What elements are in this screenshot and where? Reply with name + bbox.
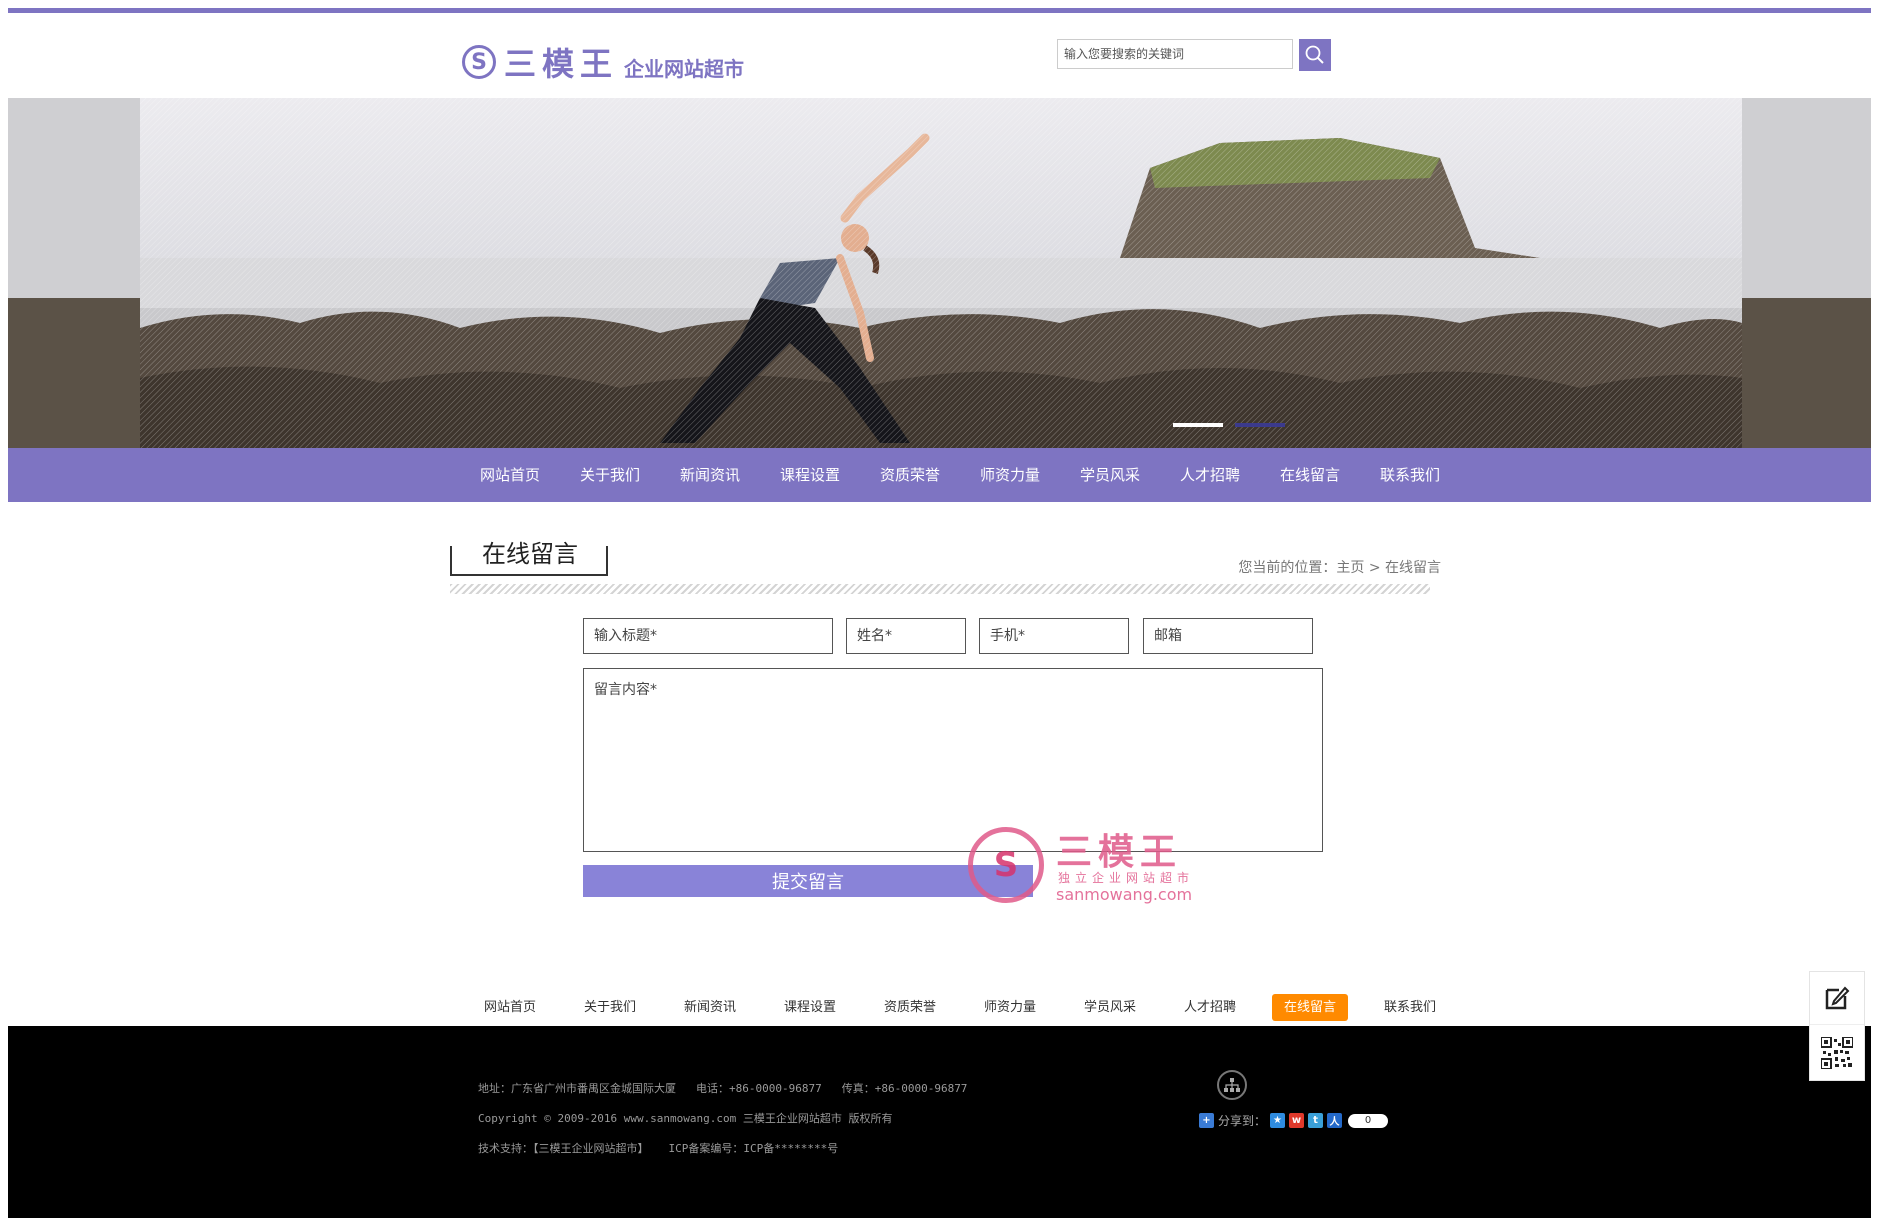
nav-item-honors[interactable]: 资质荣誉 bbox=[860, 448, 960, 502]
footer-nav-label: 关于我们 bbox=[583, 1000, 636, 1015]
footer-nav-teachers[interactable]: 师资力量 bbox=[960, 990, 1060, 1026]
share-weibo-icon[interactable]: w bbox=[1289, 1113, 1305, 1128]
footer-nav-label: 学员风采 bbox=[1083, 1000, 1136, 1015]
breadcrumb-separator: > bbox=[1368, 560, 1381, 576]
share-qzone-icon[interactable]: ★ bbox=[1270, 1113, 1286, 1128]
footer-nav-message[interactable]: 在线留言 bbox=[1260, 990, 1360, 1026]
banner-image bbox=[140, 98, 1742, 448]
nav-item-message[interactable]: 在线留言 bbox=[1260, 448, 1360, 502]
nav-item-courses[interactable]: 课程设置 bbox=[760, 448, 860, 502]
slider-dot-2[interactable] bbox=[1235, 423, 1285, 427]
section-title-box: 在线留言 bbox=[450, 534, 608, 576]
nav-item-about[interactable]: 关于我们 bbox=[560, 448, 660, 502]
breadcrumb-current[interactable]: 在线留言 bbox=[1385, 560, 1441, 576]
top-accent-line bbox=[8, 8, 1871, 13]
sitemap-icon bbox=[1224, 1078, 1240, 1092]
breadcrumb-prefix: 您当前的位置： bbox=[1238, 560, 1337, 576]
footer-nav-students[interactable]: 学员风采 bbox=[1060, 990, 1160, 1026]
search-icon bbox=[1305, 45, 1324, 64]
side-qr-button[interactable] bbox=[1810, 1026, 1864, 1080]
edit-icon bbox=[1825, 986, 1850, 1010]
watermark-url: sanmowang.com bbox=[1056, 885, 1193, 904]
footer-address: 地址：广东省广州市番禺区金城国际大厦 bbox=[478, 1082, 676, 1095]
slider-dots bbox=[1173, 423, 1285, 427]
watermark-tagline: 独立企业网站超市 bbox=[1058, 871, 1195, 885]
sitemap-button[interactable] bbox=[1217, 1070, 1247, 1100]
footer-nav-label: 在线留言 bbox=[1271, 994, 1348, 1021]
breadcrumb-home[interactable]: 主页 bbox=[1336, 560, 1364, 576]
slider-dot-1[interactable] bbox=[1173, 423, 1223, 427]
search-bar bbox=[1057, 39, 1331, 71]
footer-icp[interactable]: ICP备案编号：ICP备********号 bbox=[669, 1142, 839, 1155]
footer-nav-label: 网站首页 bbox=[483, 1000, 536, 1015]
site-logo[interactable]: S 三模王 企业网站超市 bbox=[462, 38, 744, 86]
page-title: 在线留言 bbox=[476, 534, 584, 569]
search-input[interactable] bbox=[1057, 39, 1293, 69]
logo-subtitle: 企业网站超市 bbox=[624, 56, 745, 81]
footer-nav: 网站首页 关于我们 新闻资讯 课程设置 资质荣誉 师资力量 学员风采 人才招聘 … bbox=[8, 990, 1871, 1026]
logo-brand: 三模王 bbox=[504, 45, 619, 83]
logo-mark-icon: S bbox=[462, 45, 496, 79]
footer-nav-label: 新闻资讯 bbox=[683, 1000, 736, 1015]
share-count: 0 bbox=[1348, 1113, 1389, 1128]
nav-item-home[interactable]: 网站首页 bbox=[460, 448, 560, 502]
share-bar: + 分享到： ★ w t 人 0 bbox=[1199, 1112, 1389, 1129]
footer-nav-contact[interactable]: 联系我们 bbox=[1360, 990, 1460, 1026]
nav-item-news[interactable]: 新闻资讯 bbox=[660, 448, 760, 502]
footer-nav-label: 师资力量 bbox=[983, 1000, 1036, 1015]
hero-banner bbox=[8, 98, 1871, 448]
submit-message-button[interactable]: 提交留言 bbox=[583, 865, 1033, 897]
footer-nav-label: 资质荣誉 bbox=[883, 1000, 936, 1015]
site-footer: 地址：广东省广州市番禺区金城国际大厦 电话：+86-0000-96877 传真：+8… bbox=[8, 1026, 1871, 1218]
nav-item-jobs[interactable]: 人才招聘 bbox=[1160, 448, 1260, 502]
main-nav: 网站首页 关于我们 新闻资讯 课程设置 资质荣誉 师资力量 学员风采 人才招聘 … bbox=[8, 448, 1871, 502]
footer-info: 地址：广东省广州市番禺区金城国际大厦 电话：+86-0000-96877 传真：+8… bbox=[478, 1074, 967, 1164]
nav-item-contact[interactable]: 联系我们 bbox=[1360, 448, 1460, 502]
footer-nav-home[interactable]: 网站首页 bbox=[460, 990, 560, 1026]
footer-nav-honors[interactable]: 资质荣誉 bbox=[860, 990, 960, 1026]
search-button[interactable] bbox=[1299, 39, 1331, 71]
watermark-emblem-icon: S bbox=[968, 827, 1044, 903]
watermark-logo: S 三模王 独立企业网站超市 sanmowang.com bbox=[968, 823, 1218, 913]
qr-code-icon bbox=[1821, 1037, 1853, 1069]
watermark-brand: 三模王 bbox=[1056, 831, 1183, 873]
side-message-button[interactable] bbox=[1810, 972, 1864, 1025]
footer-nav-label: 人才招聘 bbox=[1183, 1000, 1236, 1015]
nav-item-students[interactable]: 学员风采 bbox=[1060, 448, 1160, 502]
footer-nav-label: 课程设置 bbox=[783, 1000, 836, 1015]
nav-item-teachers[interactable]: 师资力量 bbox=[960, 448, 1060, 502]
share-plus-icon[interactable]: + bbox=[1199, 1113, 1214, 1128]
name-input[interactable] bbox=[846, 618, 966, 654]
share-tencent-icon[interactable]: t bbox=[1308, 1113, 1324, 1128]
footer-fax: 传真：+86-0000-96877 bbox=[841, 1082, 968, 1095]
footer-nav-news[interactable]: 新闻资讯 bbox=[660, 990, 760, 1026]
footer-nav-about[interactable]: 关于我们 bbox=[560, 990, 660, 1026]
footer-copyright: Copyright © 2009-2016 www.sanmowang.com … bbox=[478, 1112, 893, 1125]
footer-nav-courses[interactable]: 课程设置 bbox=[760, 990, 860, 1026]
footer-support[interactable]: 技术支持：【三模王企业网站超市】 bbox=[478, 1142, 649, 1155]
footer-nav-label: 联系我们 bbox=[1383, 1000, 1436, 1015]
breadcrumb: 您当前的位置：主页 > 在线留言 bbox=[1238, 557, 1441, 577]
phone-input[interactable] bbox=[979, 618, 1129, 654]
share-renren-icon[interactable]: 人 bbox=[1327, 1113, 1343, 1128]
footer-phone: 电话：+86-0000-96877 bbox=[696, 1082, 822, 1095]
page-frame: S 三模王 企业网站超市 输入您要搜索的关键词 网站首页 关于我们 新闻资讯 课… bbox=[8, 8, 1871, 1218]
side-float-panel bbox=[1809, 971, 1865, 1081]
footer-nav-jobs[interactable]: 人才招聘 bbox=[1160, 990, 1260, 1026]
share-label: 分享到： bbox=[1218, 1114, 1267, 1128]
title-input[interactable] bbox=[583, 618, 833, 654]
section-divider bbox=[450, 584, 1430, 594]
email-input[interactable] bbox=[1143, 618, 1313, 654]
